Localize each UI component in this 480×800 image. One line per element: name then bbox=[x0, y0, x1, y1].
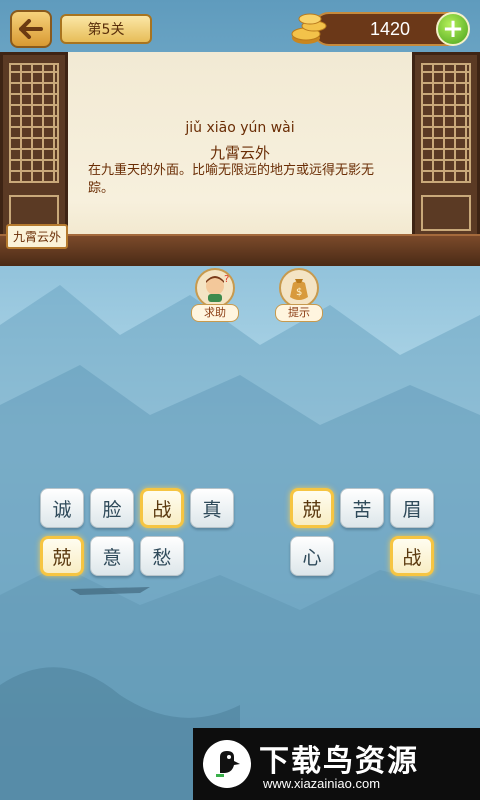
level-badge: 第5关 bbox=[60, 14, 152, 44]
coin-stack-icon bbox=[291, 13, 327, 44]
back-arrow-icon bbox=[19, 19, 43, 39]
back-button[interactable] bbox=[10, 10, 52, 48]
coin-count: 1420 bbox=[369, 19, 411, 39]
add-coins-button[interactable]: + bbox=[436, 12, 470, 46]
site-watermark: 下载鸟资源 www.xiazainiao.com bbox=[193, 728, 480, 800]
solved-idiom-tag[interactable]: 九霄云外 bbox=[6, 224, 69, 249]
helper-avatar-icon: ? bbox=[195, 268, 235, 308]
mountain-landscape bbox=[0, 285, 480, 800]
char-tile-selected[interactable]: 兢 bbox=[290, 488, 334, 528]
watermark-url: www.xiazainiao.com bbox=[263, 776, 381, 791]
top-bar: 第5关 1420 + bbox=[0, 0, 480, 60]
money-bag-icon: $ bbox=[279, 268, 319, 308]
svg-text:?: ? bbox=[224, 274, 229, 285]
char-tile[interactable]: 心 bbox=[290, 536, 334, 576]
ask-help-button[interactable]: ? 求助 bbox=[190, 268, 240, 322]
char-tile[interactable]: 苦 bbox=[340, 488, 384, 528]
char-tile-selected[interactable]: 战 bbox=[140, 488, 184, 528]
idiom-title: 九霄云外 bbox=[209, 144, 270, 162]
char-tile[interactable]: 愁 bbox=[140, 536, 184, 576]
hint-label: 提示 bbox=[275, 304, 323, 322]
door-panel bbox=[421, 195, 471, 231]
char-tile[interactable]: 眉 bbox=[390, 488, 434, 528]
idiom-definition: 在九重天的外面。比喻无限远的地方或远得无影无踪。 bbox=[88, 163, 375, 196]
char-tile[interactable]: 诚 bbox=[40, 488, 84, 528]
bird-logo-icon bbox=[203, 740, 251, 788]
ask-help-label: 求助 bbox=[191, 304, 239, 322]
svg-text:$: $ bbox=[296, 287, 302, 298]
watermark-title: 下载鸟资源 bbox=[259, 744, 419, 779]
char-tile[interactable]: 意 bbox=[90, 536, 134, 576]
char-tile[interactable]: 脸 bbox=[90, 488, 134, 528]
char-tile[interactable]: 真 bbox=[190, 488, 234, 528]
idiom-pinyin: jiǔ xiāo yún wài bbox=[185, 120, 295, 136]
stage-floor bbox=[0, 234, 480, 266]
char-tile-selected[interactable]: 兢 bbox=[40, 536, 84, 576]
char-tile-selected[interactable]: 战 bbox=[390, 536, 434, 576]
hint-button[interactable]: $ 提示 bbox=[274, 268, 324, 322]
